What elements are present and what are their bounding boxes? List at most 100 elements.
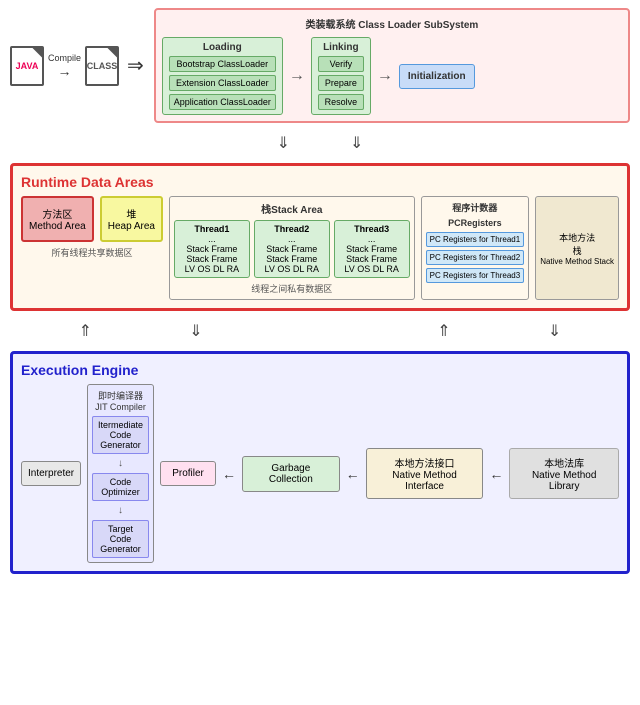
thread1-item0: ... <box>178 234 246 244</box>
double-arrow-right: ⇒ <box>127 53 144 78</box>
execution-inner: Interpreter 即时编译器 JIT Compiler Itermedia… <box>21 384 619 563</box>
compile-label: Compile <box>48 53 81 63</box>
class-file-icon: CLASS <box>85 46 119 86</box>
loading-title: Loading <box>169 42 276 53</box>
init-box: Initialization <box>399 64 475 89</box>
thread2-item0: ... <box>258 234 326 244</box>
java-compile-area: JAVA Compile → CLASS ⇒ <box>10 46 148 86</box>
pc-title2: PCRegisters <box>426 218 525 228</box>
gc-right-arrow: ← <box>346 466 360 482</box>
linking-to-init-arrow: → <box>377 67 393 85</box>
native-library-box: 本地法库 Native Method Library <box>509 448 619 499</box>
thread3-box: Thread3 ... Stack Frame Stack Frame LV O… <box>334 220 410 278</box>
runtime-title: Runtime Data Areas <box>21 174 619 190</box>
jit-arrow-2: ↓ <box>92 505 149 516</box>
thread1-item1: Stack Frame <box>178 244 246 254</box>
top-section: JAVA Compile → CLASS ⇒ 类装载系统 Class Loade… <box>10 8 630 123</box>
heap-box: 堆 Heap Area <box>100 196 163 242</box>
native-library-label1: 本地法库 <box>544 459 584 470</box>
stack-area-title: 栈Stack Area <box>174 201 410 216</box>
pc-item-1: PC Registers for Thread2 <box>426 250 525 265</box>
native-interface-label1: 本地方法接口 <box>395 459 455 470</box>
execution-title: Execution Engine <box>21 362 619 378</box>
pc-item-2: PC Registers for Thread3 <box>426 268 525 283</box>
extension-loader: Extension ClassLoader <box>169 75 276 91</box>
thread1-name: Thread1 <box>178 224 246 234</box>
arrow-bi-3: ⇑ <box>437 321 450 341</box>
method-heap: 方法区 Method Area 堆 Heap Area <box>21 196 163 242</box>
gc-box: Garbage Collection <box>242 456 340 492</box>
profiler-box: Profiler <box>160 461 216 486</box>
arrow-bi-4: ⇓ <box>548 321 561 341</box>
pc-area-box: 程序计数器 PCRegisters PC Registers for Threa… <box>421 196 530 300</box>
thread3-item0: ... <box>338 234 406 244</box>
thread3-item1: Stack Frame <box>338 244 406 254</box>
jit-item-2: Target Code Generator <box>92 520 149 558</box>
prepare-item: Prepare <box>318 75 364 91</box>
thread3-item3: LV OS DL RA <box>338 264 406 274</box>
jit-compiler-box: 即时编译器 JIT Compiler Itermediate Code Gene… <box>87 384 154 563</box>
arrow-down-1: ⇓ <box>277 133 290 153</box>
execution-box: Execution Engine Interpreter 即时编译器 JIT C… <box>10 351 630 574</box>
thread3-name: Thread3 <box>338 224 406 234</box>
thread1-box: Thread1 ... Stack Frame Stack Frame LV O… <box>174 220 250 278</box>
arrow-bi-1: ⇑ <box>79 321 92 341</box>
native-interface-label2: Native Method Interface <box>392 470 456 492</box>
profiler-label: Profiler <box>172 468 204 479</box>
native-method-interface-box: 本地方法接口 Native Method Interface <box>366 448 484 499</box>
linking-title: Linking <box>318 42 364 53</box>
arrow-bi-2: ⇓ <box>189 321 202 341</box>
method-area-box: 方法区 Method Area <box>21 196 94 242</box>
jit-arrow-1: ↓ <box>92 458 149 469</box>
native-lib-arrow: ← <box>489 466 503 482</box>
interpreter-label: Interpreter <box>28 468 74 479</box>
classloader-title: 类装载系统 Class Loader SubSystem <box>162 16 622 31</box>
classloader-box: 类装载系统 Class Loader SubSystem Loading Boo… <box>154 8 630 123</box>
heap-label1: 堆 <box>126 206 136 221</box>
gc-label: Garbage Collection <box>269 463 313 485</box>
linking-box: Linking Verify Prepare Resolve <box>311 37 371 115</box>
main-container: JAVA Compile → CLASS ⇒ 类装载系统 Class Loade… <box>10 8 630 574</box>
loading-to-linking-arrow: → <box>289 67 305 85</box>
jit-items: Itermediate Code Generator ↓ Code Optimi… <box>92 416 149 558</box>
jit-item-0: Itermediate Code Generator <box>92 416 149 454</box>
method-area-label1: 方法区 <box>42 206 72 221</box>
pc-title1: 程序计数器 <box>426 201 525 214</box>
thread1-item2: Stack Frame <box>178 254 246 264</box>
java-label: JAVA <box>16 61 39 71</box>
thread2-item3: LV OS DL RA <box>258 264 326 274</box>
classloader-inner: Loading Bootstrap ClassLoader Extension … <box>162 37 622 115</box>
thread1-item3: LV OS DL RA <box>178 264 246 274</box>
java-file-icon: JAVA <box>10 46 44 86</box>
gc-left-arrow: ← <box>222 466 236 482</box>
top-to-runtime-arrows: ⇓ ⇓ <box>10 133 630 153</box>
native-stack-box: 本地方法 栈 Native Method Stack <box>535 196 619 300</box>
bootstrap-loader: Bootstrap ClassLoader <box>169 56 276 72</box>
thread-private-label: 线程之间私有数据区 <box>174 282 410 295</box>
thread2-box: Thread2 ... Stack Frame Stack Frame LV O… <box>254 220 330 278</box>
shared-label: 所有线程共享数据区 <box>21 246 163 259</box>
native-stack-label2: 栈 <box>573 244 582 257</box>
arrow-down-2: ⇓ <box>350 133 363 153</box>
compile-arrow: Compile → <box>48 53 81 79</box>
runtime-to-execution-arrows: ⇑ ⇓ ⇑ ⇓ <box>10 319 630 343</box>
thread2-item2: Stack Frame <box>258 254 326 264</box>
interpreter-box: Interpreter <box>21 461 81 486</box>
jit-title: 即时编译器 JIT Compiler <box>92 389 149 412</box>
native-stack-label1: 本地方法 <box>559 231 595 244</box>
thread3-item2: Stack Frame <box>338 254 406 264</box>
class-label: CLASS <box>87 61 118 71</box>
method-area-label2: Method Area <box>29 221 86 232</box>
native-stack-label3: Native Method Stack <box>540 257 614 266</box>
threads-row: Thread1 ... Stack Frame Stack Frame LV O… <box>174 220 410 278</box>
loading-box: Loading Bootstrap ClassLoader Extension … <box>162 37 283 115</box>
runtime-box: Runtime Data Areas 方法区 Method Area 堆 Hea… <box>10 163 630 311</box>
shared-area: 方法区 Method Area 堆 Heap Area 所有线程共享数据区 <box>21 196 163 300</box>
verify-item: Verify <box>318 56 364 72</box>
runtime-inner: 方法区 Method Area 堆 Heap Area 所有线程共享数据区 栈S… <box>21 196 619 300</box>
heap-label2: Heap Area <box>108 221 155 232</box>
stack-area-box: 栈Stack Area Thread1 ... Stack Frame Stac… <box>169 196 415 300</box>
thread2-item1: Stack Frame <box>258 244 326 254</box>
resolve-item: Resolve <box>318 94 364 110</box>
native-library-label2: Native Method Library <box>532 470 596 492</box>
